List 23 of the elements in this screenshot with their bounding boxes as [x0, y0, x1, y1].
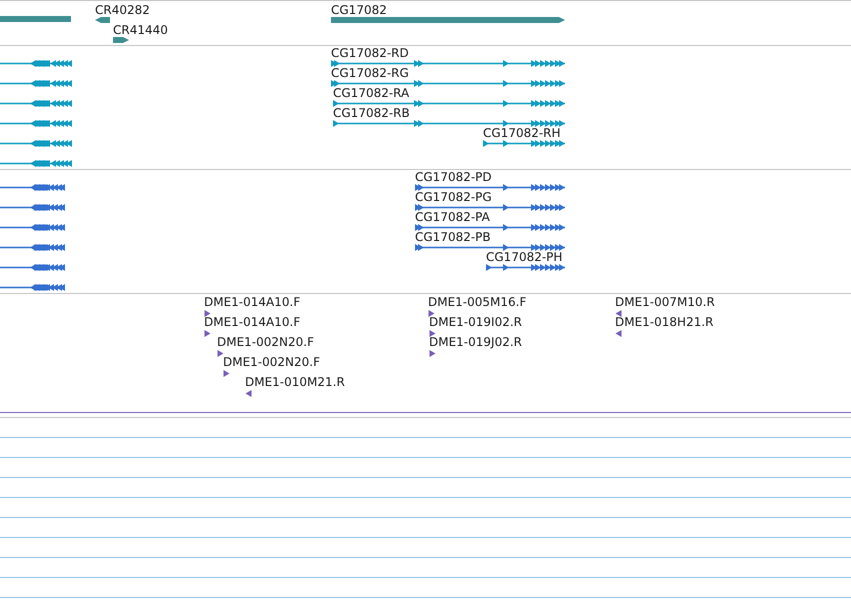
est-label: DME1-018H21.R	[615, 315, 714, 329]
protein-label: CG17082-PB	[415, 230, 491, 244]
transcript-label: CG17082-RB	[333, 106, 410, 120]
protein-label: CG17082-PD	[415, 170, 492, 184]
gene-label: CG17082	[331, 3, 387, 17]
est-label: DME1-014A10.F	[204, 315, 300, 329]
est-label: DME1-019I02.R	[429, 315, 522, 329]
transcript-label: CG17082-RA	[333, 86, 410, 100]
est-label: DME1-005M16.F	[428, 295, 526, 309]
est-label: DME1-007M10.R	[615, 295, 715, 309]
est-label: DME1-014A10.F	[204, 295, 300, 309]
transcript-label: CG17082-RG	[331, 66, 409, 80]
protein-label: CG17082-PG	[415, 190, 492, 204]
transcript-label: CG17082-RH	[483, 126, 561, 140]
est-label: DME1-002N20.F	[217, 335, 314, 349]
est-label: DME1-019J02.R	[429, 335, 522, 349]
gene-label: CR40282	[95, 3, 150, 17]
est-label: DME1-002N20.F	[223, 355, 320, 369]
gene-label: CR41440	[113, 23, 168, 37]
transcript-label: CG17082-RD	[331, 46, 409, 60]
est-label: DME1-010M21.R	[245, 375, 345, 389]
protein-label: CG17082-PH	[486, 250, 562, 264]
protein-label: CG17082-PA	[415, 210, 490, 224]
